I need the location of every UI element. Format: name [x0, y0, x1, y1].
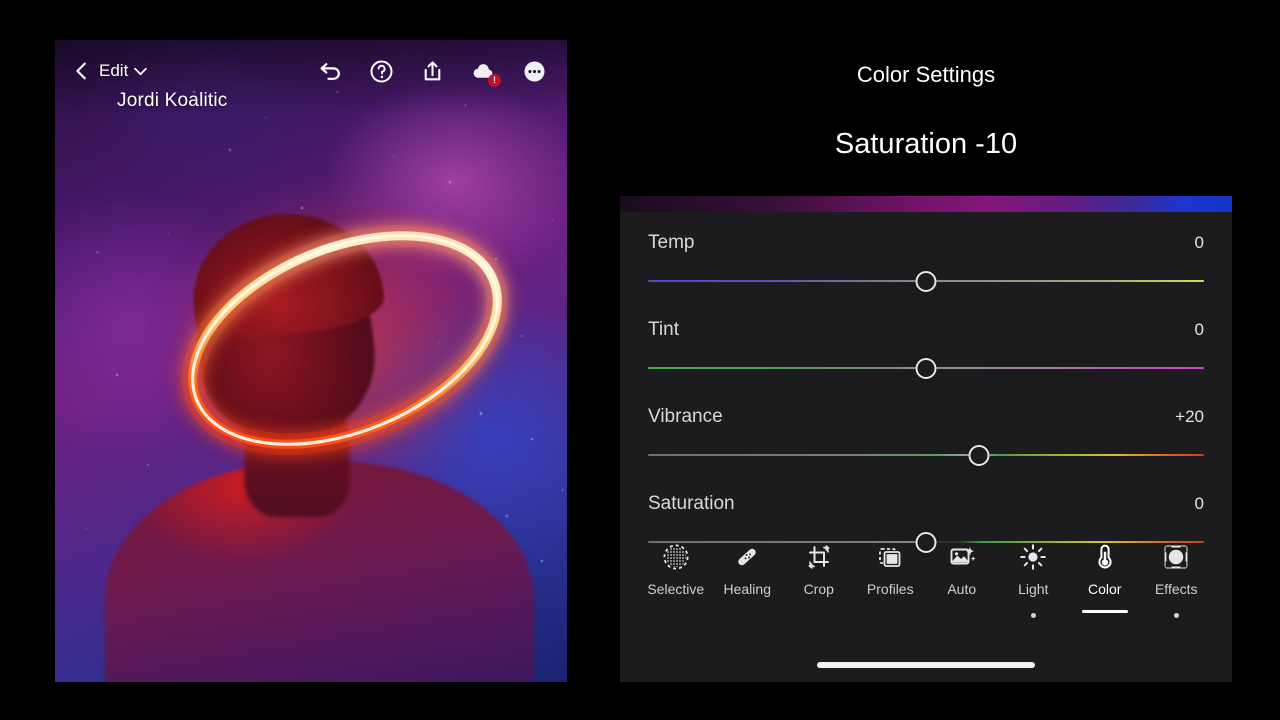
annotation-title: Color Settings [856, 62, 996, 87]
tool-effects[interactable]: Effects [1141, 542, 1213, 618]
editor-topbar-actions: ! [318, 59, 547, 87]
slider-row-tint: Tint 0 [648, 319, 1204, 379]
slider-list: Temp 0 Tint 0 Vibrance +20 Saturation 0 [620, 212, 1232, 553]
slider-header: Saturation 0 [648, 493, 1204, 515]
tool-label: Selective [647, 581, 705, 597]
profiles-icon [875, 542, 905, 572]
back-chevron-icon[interactable] [71, 60, 93, 82]
star [464, 104, 466, 106]
slider-header: Temp 0 [648, 232, 1204, 254]
selective-icon [661, 542, 691, 572]
star [95, 251, 98, 254]
neon-ring-icon [181, 224, 509, 456]
star [264, 117, 267, 119]
star [229, 149, 232, 152]
slider-label: Tint [648, 319, 679, 340]
tool-label: Crop [803, 581, 834, 597]
help-icon[interactable] [369, 59, 394, 84]
watermark-caption: Jordi Koalitic [117, 90, 228, 111]
tool-label: Auto [947, 581, 977, 597]
slider-track [648, 454, 1204, 456]
tool-label: Color [1088, 581, 1122, 597]
star [85, 527, 88, 530]
tool-label: Effects [1154, 581, 1198, 597]
slider-knob[interactable] [915, 271, 937, 292]
slider-knob[interactable] [915, 358, 937, 379]
edit-menu-label: Edit [99, 61, 129, 80]
tool-label: Profiles [866, 581, 914, 597]
slider-label: Temp [648, 232, 695, 253]
cloud-sync-icon[interactable]: ! [471, 59, 501, 87]
star [392, 155, 395, 157]
tool-selective[interactable]: Selective [640, 542, 712, 597]
effects-icon [1161, 542, 1191, 572]
auto-icon [947, 542, 977, 572]
tool-light[interactable]: Light [998, 542, 1070, 618]
tool-label: Healing [723, 581, 771, 597]
edited-indicator-dot [1173, 613, 1179, 618]
healing-icon [732, 542, 762, 572]
tool-crop[interactable]: Crop [783, 542, 855, 597]
chevron-down-icon [134, 67, 148, 75]
undo-icon[interactable] [318, 59, 343, 84]
light-icon [1018, 542, 1048, 572]
slider-control[interactable] [648, 358, 1204, 379]
slider-row-temp: Temp 0 [648, 232, 1204, 292]
color-icon [1090, 542, 1120, 572]
slider-label: Saturation [648, 493, 735, 514]
color-panel: Temp 0 Tint 0 Vibrance +20 Saturation 0 Selecti… [620, 196, 1232, 682]
cloud-badge: ! [488, 73, 501, 87]
slider-value: 0 [1194, 494, 1204, 513]
tool-profiles[interactable]: Profiles [855, 542, 927, 597]
more-options-icon[interactable] [522, 59, 547, 84]
star [561, 489, 564, 491]
annotation-subtitle: Saturation -10 [834, 128, 1018, 160]
edit-toolbar: Selective Healing Crop Profiles Auto Light Col… [620, 536, 1232, 636]
screen: Edit ! Jordi Koalitic Color Settings Sat… [0, 0, 1280, 720]
slider-row-vibrance: Vibrance +20 [648, 406, 1204, 466]
slider-label: Vibrance [648, 406, 723, 427]
tool-healing[interactable]: Healing [712, 542, 784, 597]
slider-header: Tint 0 [648, 319, 1204, 341]
tool-color[interactable]: Color [1069, 542, 1141, 613]
star [551, 219, 554, 222]
slider-value: 0 [1194, 320, 1204, 339]
slider-header: Vibrance +20 [648, 406, 1204, 428]
edited-indicator-dot [1030, 613, 1036, 618]
tool-auto[interactable]: Auto [926, 542, 998, 597]
share-icon[interactable] [420, 59, 445, 84]
panel-photo-strip [620, 196, 1232, 212]
slider-value: 0 [1194, 233, 1204, 252]
slider-knob[interactable] [968, 445, 990, 466]
home-indicator[interactable] [817, 662, 1035, 668]
tool-label: Light [1018, 581, 1049, 597]
crop-icon [804, 542, 834, 572]
edit-menu-button[interactable]: Edit [99, 61, 148, 81]
photo-preview[interactable]: Edit ! Jordi Koalitic [55, 40, 567, 682]
slider-value: +20 [1175, 407, 1204, 426]
active-tab-underline [1081, 610, 1128, 613]
star [541, 560, 543, 562]
slider-control[interactable] [648, 271, 1204, 292]
slider-control[interactable] [648, 445, 1204, 466]
